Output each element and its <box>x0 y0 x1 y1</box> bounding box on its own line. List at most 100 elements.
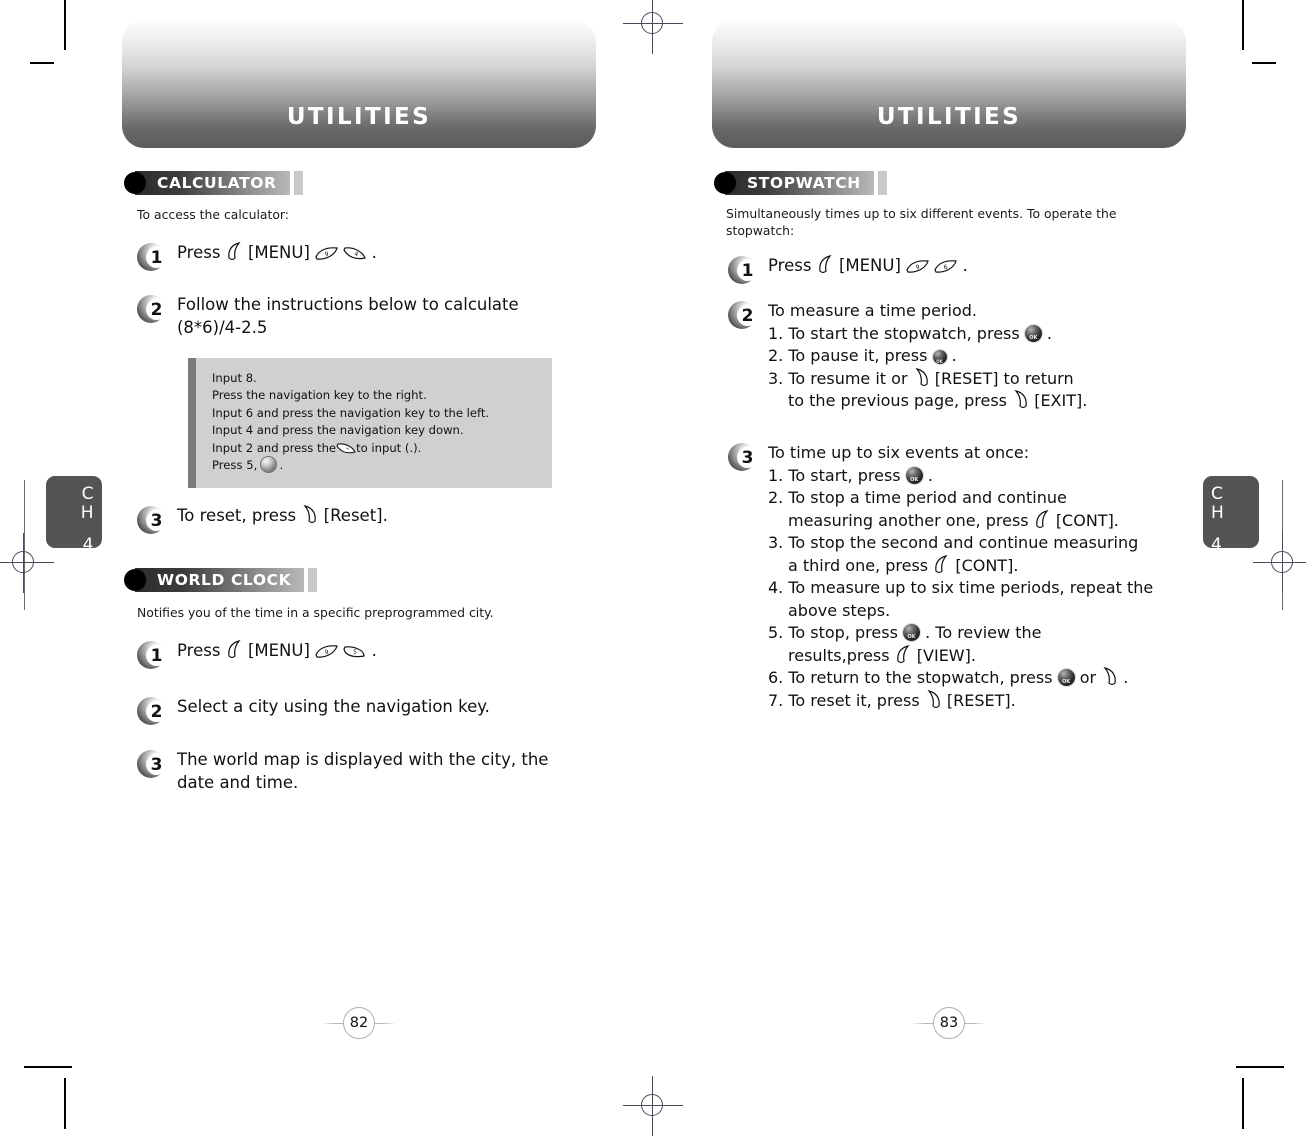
calculator-step-3-label: [Reset]. <box>323 506 388 525</box>
stopwatch-step-2-item-3: 3. To resume it or [RESET] to return <box>768 367 1087 391</box>
item-text: 1. To start the stopwatch, press <box>768 323 1020 343</box>
example-line-6: Press 5, . <box>212 457 536 474</box>
ok-key-icon <box>903 624 920 649</box>
crop-mark-top-right-horizontal <box>1252 62 1276 64</box>
calculator-step-2: 2 Follow the instructions below to calcu… <box>137 294 577 339</box>
crop-mark-bottom-right-vertical <box>1242 1078 1244 1129</box>
stopwatch-step-3-item-3: measuring another one, press [CONT]. <box>768 509 1153 533</box>
chapter-tab-left: C H 4 <box>46 476 102 555</box>
key-6-icon: 6 <box>934 259 958 274</box>
section-badge-calculator-tail <box>293 171 303 195</box>
registration-mark-bottom <box>623 1076 683 1136</box>
badge-bullet-icon <box>124 172 146 194</box>
softkey-right-icon <box>913 367 930 387</box>
step-bullet: 1 <box>728 255 762 285</box>
section-badge-world-clock-label: WORLD CLOCK <box>135 568 305 592</box>
stopwatch-step-3-item-8: 5. To stop, press . To review the <box>768 622 1153 649</box>
item-tail: . To review the <box>925 623 1042 642</box>
step-text-tail: . <box>371 641 377 660</box>
left-page-banner: UTILITIES <box>122 20 596 148</box>
step-bullet-number: 2 <box>741 305 754 326</box>
badge-bullet-icon <box>714 172 736 194</box>
calculator-step-2-line2: (8*6)/4-2.5 <box>177 317 268 337</box>
chapter-tab-right-h: H <box>1211 503 1225 523</box>
stopwatch-intro-line2: stopwatch: <box>726 223 795 238</box>
chapter-tab-right: C H 4 <box>1203 476 1259 555</box>
chapter-tab-left-h: H <box>80 503 94 523</box>
softkey-left-icon <box>817 255 834 274</box>
calculator-step-2-line1: Follow the instructions below to calcula… <box>177 295 519 314</box>
chapter-tab-right-c: C <box>1211 484 1224 504</box>
softkey-right-icon <box>1012 390 1029 409</box>
item-text: a third one, press <box>788 555 929 575</box>
item-text: 2. To pause it, press <box>768 346 928 365</box>
world-clock-step-2-text: Select a city using the navigation key. <box>177 697 490 716</box>
calculator-step-3: 3 To reset, press [Reset]. <box>137 505 567 535</box>
example-line-5: Input 2 and press the * to input (.). <box>212 440 536 457</box>
world-clock-intro: Notifies you of the time in a specific p… <box>137 605 494 620</box>
key-9-icon: 9 <box>315 644 338 659</box>
softkey-left-icon <box>1034 509 1051 529</box>
stopwatch-step-3-item-9: results,press [VIEW]. <box>768 644 1153 668</box>
example-box-content: Input 8. Press the navigation key to the… <box>196 358 552 489</box>
item-tail: [VIEW]. <box>916 645 976 665</box>
key-5-icon: 5 <box>343 645 366 659</box>
calculator-example-box: Input 8. Press the navigation key to the… <box>188 358 552 489</box>
stopwatch-step-3-item-7: above steps. <box>788 600 891 620</box>
right-page-banner: UTILITIES <box>712 20 1186 148</box>
step-bullet-number: 3 <box>150 510 163 531</box>
badge-bullet-icon <box>124 569 146 591</box>
page-number-left-value: 82 <box>343 1007 375 1039</box>
step-bullet: 3 <box>728 442 762 472</box>
step-bullet: 2 <box>137 294 171 324</box>
page-number-right-value: 83 <box>933 1007 965 1039</box>
item-text: results,press <box>788 645 890 665</box>
softkey-right-icon <box>925 689 942 709</box>
item-tail: [RESET]. <box>946 690 1016 710</box>
page-number-right: 83 <box>912 1006 986 1040</box>
stopwatch-step-3-item-5: a third one, press [CONT]. <box>768 554 1153 578</box>
softkey-left-icon <box>226 640 243 659</box>
crop-mark-top-left-vertical <box>64 0 66 50</box>
section-badge-calculator: CALCULATOR <box>124 171 303 195</box>
softkey-right-icon <box>1101 667 1118 686</box>
item-tail: [EXIT]. <box>1034 391 1088 410</box>
item-text: 7. To reset it, press <box>768 690 920 710</box>
item-tail2: . <box>1123 668 1129 687</box>
step-bullet-number: 2 <box>150 701 163 722</box>
example-line-5-pre: Input 2 and press the <box>212 440 337 455</box>
stopwatch-intro-line1: Simultaneously times up to six different… <box>726 206 1117 221</box>
step-text-menu: [MENU] <box>247 243 310 262</box>
svg-text:5: 5 <box>353 649 357 656</box>
crop-mark-top-right-vertical <box>1242 0 1244 50</box>
world-clock-step-3-line1: The world map is displayed with the city… <box>177 750 549 769</box>
item-tail: . <box>951 346 957 365</box>
world-clock-step-1-text: Press [MENU] 9 5 . <box>177 640 377 663</box>
calculator-intro: To access the calculator: <box>137 207 289 222</box>
stopwatch-step-3-heading: To time up to six events at once: <box>768 443 1030 462</box>
section-badge-stopwatch-label: STOPWATCH <box>725 171 874 195</box>
page-number-left: 82 <box>322 1006 396 1040</box>
stopwatch-step-3: 3 To time up to six events at once: 1. T… <box>728 442 1188 712</box>
item-text: 1. To start, press <box>768 465 901 485</box>
crop-mark-bottom-left-vertical <box>64 1078 66 1129</box>
item-tail: . <box>927 465 933 485</box>
item-text: 3. To resume it or <box>768 368 908 388</box>
step-bullet: 1 <box>137 242 171 272</box>
calculator-step-1-text: Press [MENU] 9 4 . <box>177 242 377 265</box>
crop-mark-top-left-horizontal <box>30 62 54 64</box>
calculator-step-1: 1 Press [MENU] 9 4 . <box>137 242 567 272</box>
example-line-4: Input 4 and press the navigation key dow… <box>212 423 464 438</box>
chapter-tab-right-number: 4 <box>1211 535 1223 555</box>
stopwatch-step-2-item-4: to the previous page, press [EXIT]. <box>768 390 1087 413</box>
step-text-tail: . <box>371 243 377 262</box>
manual-spread: UTILITIES C H 4 CALCULATOR To access the… <box>0 0 1306 1136</box>
stopwatch-step-1: 1 Press [MENU] 9 6 . <box>728 255 1168 285</box>
crop-mark-bottom-right-horizontal <box>1236 1066 1284 1068</box>
calculator-step-3-pre: To reset, press <box>177 506 297 525</box>
section-badge-world-clock-tail <box>308 568 318 592</box>
step-text-menu: [MENU] <box>838 256 901 275</box>
ok-key-icon <box>1057 669 1075 694</box>
section-badge-calculator-label: CALCULATOR <box>135 171 290 195</box>
step-text-press: Press <box>177 243 221 262</box>
